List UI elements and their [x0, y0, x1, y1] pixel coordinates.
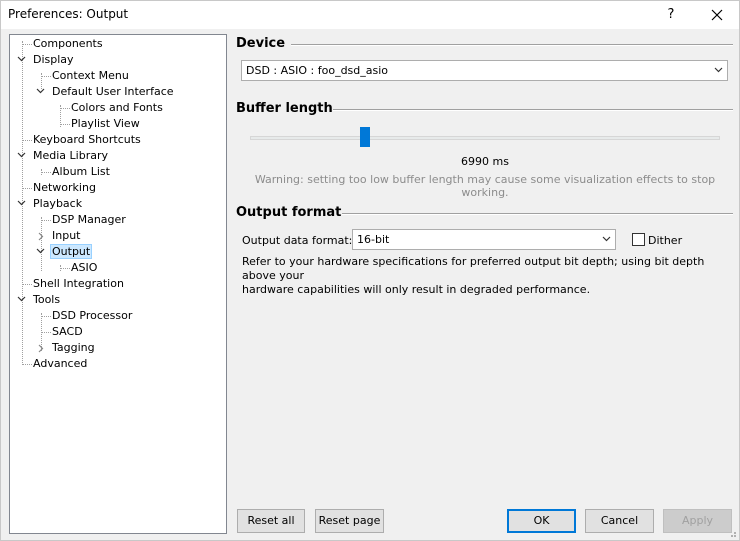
tree-item-display[interactable]: Display [33, 52, 74, 68]
tree-line [22, 364, 32, 365]
output-format-info-line: hardware capabilities will only result i… [242, 283, 591, 296]
tree-item-media-library[interactable]: Media Library [33, 148, 108, 164]
collapsed-chevron-icon[interactable] [38, 228, 48, 244]
close-button[interactable] [701, 1, 733, 29]
output-format-info: Refer to your hardware specifications fo… [242, 255, 722, 297]
ok-button[interactable]: OK [507, 509, 576, 533]
tree-line [22, 140, 32, 141]
tree-item-colors-and-fonts[interactable]: Colors and Fonts [71, 100, 163, 116]
expanded-chevron-icon[interactable] [17, 52, 27, 68]
expanded-chevron-icon[interactable] [17, 196, 27, 212]
chevron-down-icon [602, 236, 611, 242]
window-title: Preferences: Output [8, 7, 129, 21]
tree-item-asio[interactable]: ASIO [71, 260, 97, 276]
collapsed-chevron-icon[interactable] [38, 340, 48, 356]
tree-item-networking[interactable]: Networking [33, 180, 96, 196]
expanded-chevron-icon[interactable] [17, 292, 27, 308]
tree-item-dsp-manager[interactable]: DSP Manager [52, 212, 126, 228]
tree-item-dsd-processor[interactable]: DSD Processor [52, 308, 132, 324]
buffer-length-slider-thumb[interactable] [360, 127, 370, 147]
buffer-warning-text: Warning: setting too low buffer length m… [254, 173, 716, 199]
buffer-length-slider-track[interactable] [250, 136, 720, 140]
tree-item-advanced[interactable]: Advanced [33, 356, 87, 372]
tree-item-shell-integration[interactable]: Shell Integration [33, 276, 124, 292]
tree-item-input[interactable]: Input [52, 228, 80, 244]
output-data-format-value: 16-bit [357, 233, 390, 246]
help-button[interactable]: ? [656, 1, 686, 29]
tree-item-keyboard-shortcuts[interactable]: Keyboard Shortcuts [33, 132, 141, 148]
tree-item-default-user-interface[interactable]: Default User Interface [52, 84, 174, 100]
buffer-length-heading: Buffer length [236, 101, 333, 116]
expanded-chevron-icon[interactable] [36, 244, 46, 260]
cancel-button[interactable]: Cancel [585, 509, 654, 533]
preferences-tree[interactable]: Components Display Context Menu Default … [9, 34, 227, 534]
section-divider [291, 44, 733, 46]
expanded-chevron-icon[interactable] [17, 148, 27, 164]
tree-item-sacd[interactable]: SACD [52, 324, 83, 340]
tree-line [22, 44, 32, 45]
device-select[interactable]: DSD : ASIO : foo_dsd_asio [241, 60, 728, 81]
output-format-info-line: Refer to your hardware specifications fo… [242, 255, 705, 282]
tree-line [41, 332, 51, 333]
expanded-chevron-icon[interactable] [36, 84, 46, 100]
tree-item-playlist-view[interactable]: Playlist View [71, 116, 140, 132]
tree-item-playback[interactable]: Playback [33, 196, 82, 212]
tree-line [41, 172, 51, 173]
device-select-value: DSD : ASIO : foo_dsd_asio [246, 64, 389, 77]
tree-line [41, 316, 51, 317]
apply-button: Apply [663, 509, 732, 533]
section-divider [342, 213, 733, 215]
tree-line [41, 220, 51, 221]
tree-item-components[interactable]: Components [33, 36, 103, 52]
device-heading: Device [236, 36, 286, 51]
tree-item-tagging[interactable]: Tagging [52, 340, 95, 356]
reset-all-button[interactable]: Reset all [237, 509, 305, 533]
preferences-window: Preferences: Output ? Components Display… [0, 0, 740, 541]
section-divider [333, 109, 733, 111]
output-data-format-label: Output data format: [242, 234, 353, 247]
title-bar[interactable]: Preferences: Output ? [1, 1, 739, 29]
tree-line [41, 76, 51, 77]
close-icon [711, 9, 723, 21]
tree-line [60, 268, 70, 269]
tree-item-context-menu[interactable]: Context Menu [52, 68, 129, 84]
tree-item-tools[interactable]: Tools [33, 292, 60, 308]
buffer-length-value: 6990 ms [461, 155, 509, 168]
chevron-down-icon [714, 67, 723, 73]
tree-item-output[interactable]: Output [49, 244, 93, 260]
tree-item-album-list[interactable]: Album List [52, 164, 110, 180]
resize-grip-icon[interactable] [727, 528, 737, 538]
tree-line [60, 124, 70, 125]
tree-line [22, 284, 32, 285]
dither-checkbox[interactable] [632, 233, 645, 246]
output-data-format-select[interactable]: 16-bit [352, 229, 616, 250]
output-format-heading: Output format [236, 205, 342, 220]
reset-page-button[interactable]: Reset page [315, 509, 384, 533]
tree-line [22, 188, 32, 189]
tree-line [60, 108, 70, 109]
dither-label[interactable]: Dither [648, 234, 682, 247]
